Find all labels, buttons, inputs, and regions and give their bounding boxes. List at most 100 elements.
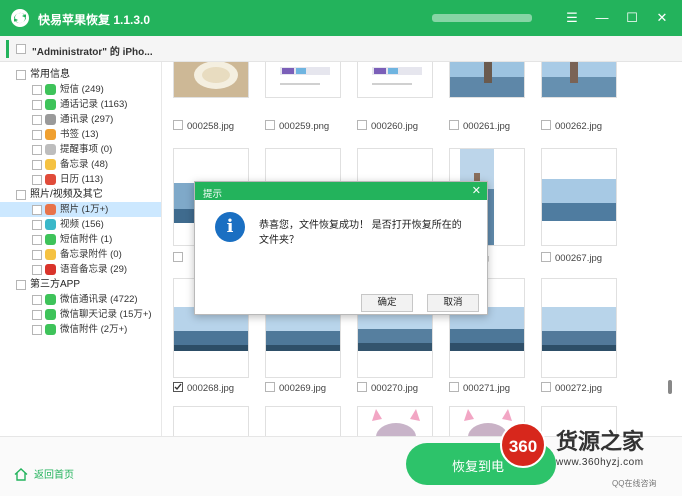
account-info-blurred <box>432 14 532 22</box>
sidebar-item[interactable]: 通话记录 (1163) <box>0 97 161 112</box>
photo-thumbnail <box>542 279 616 377</box>
item-checkbox[interactable] <box>32 264 42 275</box>
watermark-360-logo: 360 <box>500 422 546 468</box>
photo-caption[interactable]: 000260.jpg <box>357 120 418 132</box>
item-checkbox[interactable] <box>32 174 42 185</box>
photo-checkbox[interactable] <box>541 252 551 262</box>
sidebar-item[interactable]: 提醒事项 (0) <box>0 142 161 157</box>
watermark-qq-text: QQ在线咨询 <box>612 479 657 488</box>
dialog-ok-button[interactable]: 确定 <box>361 294 413 312</box>
photo-caption[interactable]: 000271.jpg <box>449 382 510 394</box>
sidebar-item[interactable]: 微信附件 (2万+) <box>0 322 161 337</box>
app-title: 快易苹果恢复 1.1.3.0 <box>38 13 151 27</box>
sidebar-item[interactable]: 照片 (1万+) <box>0 202 161 217</box>
item-checkbox[interactable] <box>32 324 42 335</box>
photo-caption[interactable]: 000268.jpg <box>173 382 234 394</box>
video-icon <box>45 219 56 230</box>
photo-caption[interactable]: 000269.jpg <box>265 382 326 394</box>
sidebar-item[interactable]: 通讯录 (297) <box>0 112 161 127</box>
dialog-message: 恭喜您，文件恢复成功！ 是否打开恢复所在的文件夹？ <box>259 220 462 246</box>
home-icon <box>14 468 28 481</box>
photo-checkbox[interactable] <box>265 120 275 130</box>
item-checkbox[interactable] <box>32 99 42 110</box>
minimize-icon[interactable]: — <box>592 8 612 28</box>
info-icon: i <box>215 212 245 242</box>
category-checkbox[interactable] <box>16 69 26 80</box>
sidebar-item[interactable]: 微信通讯录 (4722) <box>0 292 161 307</box>
sidebar-item[interactable]: 微信聊天记录 (15万+) <box>0 307 161 322</box>
item-checkbox[interactable] <box>32 219 42 230</box>
photo-tile[interactable] <box>357 406 433 436</box>
photo-tile[interactable] <box>449 62 525 98</box>
sidebar-item-label: 备忘录附件 (0) <box>60 249 122 260</box>
sms-icon <box>45 84 56 95</box>
item-checkbox[interactable] <box>32 309 42 320</box>
sidebar-item[interactable]: 短信 (249) <box>0 82 161 97</box>
photo-checkbox[interactable] <box>449 120 459 130</box>
sidebar-item-label: 语音备忘录 (29) <box>60 264 128 275</box>
sidebar-category[interactable]: 照片/视频及其它 <box>0 187 161 202</box>
item-checkbox[interactable] <box>32 144 42 155</box>
item-checkbox[interactable] <box>32 159 42 170</box>
photo-checkbox[interactable] <box>449 382 459 392</box>
sidebar-item[interactable]: 备忘录附件 (0) <box>0 247 161 262</box>
photo-filename: 000268.jpg <box>187 383 235 394</box>
sidebar-item[interactable]: 日历 (113) <box>0 172 161 187</box>
dialog-close-icon[interactable]: ✕ <box>472 184 481 197</box>
photo-checkbox[interactable] <box>357 120 367 130</box>
photo-tile[interactable] <box>265 406 341 436</box>
item-checkbox[interactable] <box>32 129 42 140</box>
item-checkbox[interactable] <box>32 249 42 260</box>
photo-filename: 000261.jpg <box>463 121 511 132</box>
item-checkbox[interactable] <box>32 84 42 95</box>
item-checkbox[interactable] <box>32 234 42 245</box>
back-home-link[interactable]: 返回首页 <box>14 466 74 481</box>
check-icon <box>174 383 182 391</box>
photo-tile[interactable] <box>265 62 341 98</box>
photo-caption[interactable]: 000262.jpg <box>541 120 602 132</box>
sidebar-category[interactable]: 第三方APP <box>0 277 161 292</box>
photo-caption[interactable]: 000267.jpg <box>541 252 602 264</box>
photo-caption[interactable] <box>173 252 187 264</box>
photo-tile[interactable] <box>173 406 249 436</box>
photo-tile[interactable] <box>541 62 617 98</box>
photo-checkbox[interactable] <box>541 382 551 392</box>
maximize-icon[interactable]: ☐ <box>622 8 642 28</box>
photo-checkbox[interactable] <box>265 382 275 392</box>
sidebar-item[interactable]: 语音备忘录 (29) <box>0 262 161 277</box>
sidebar-item[interactable]: 备忘录 (48) <box>0 157 161 172</box>
sidebar-item[interactable]: 短信附件 (1) <box>0 232 161 247</box>
photo-caption[interactable]: 000258.jpg <box>173 120 234 132</box>
photo-checkbox[interactable] <box>357 382 367 392</box>
photo-checkbox[interactable] <box>173 252 183 262</box>
sidebar-item-label: 日历 (113) <box>60 174 104 185</box>
phone-icon <box>45 99 56 110</box>
photo-checkbox[interactable] <box>173 382 183 392</box>
title-bar: 快易苹果恢复 1.1.3.0 ☰ — ☐ ✕ <box>0 0 682 36</box>
item-checkbox[interactable] <box>32 114 42 125</box>
device-checkbox[interactable] <box>16 44 26 54</box>
photo-tile[interactable] <box>541 148 617 246</box>
category-checkbox[interactable] <box>16 189 26 200</box>
sidebar-item[interactable]: 书签 (13) <box>0 127 161 142</box>
photo-caption[interactable]: 000261.jpg <box>449 120 510 132</box>
item-checkbox[interactable] <box>32 294 42 305</box>
photo-checkbox[interactable] <box>541 120 551 130</box>
sidebar-item-label: 提醒事项 (0) <box>60 144 113 155</box>
photo-checkbox[interactable] <box>173 120 183 130</box>
item-checkbox[interactable] <box>32 204 42 215</box>
photo-tile[interactable] <box>541 278 617 378</box>
scrollbar-thumb[interactable] <box>668 380 672 394</box>
dialog-cancel-button[interactable]: 取消 <box>427 294 479 312</box>
photo-tile[interactable] <box>357 62 433 98</box>
menu-icon[interactable]: ☰ <box>562 8 582 28</box>
sidebar-item[interactable]: 视频 (156) <box>0 217 161 232</box>
sidebar-category[interactable]: 常用信息 <box>0 67 161 82</box>
photo-filename: 000262.jpg <box>555 121 603 132</box>
photo-caption[interactable]: 000272.jpg <box>541 382 602 394</box>
photo-caption[interactable]: 000259.png <box>265 120 329 132</box>
category-checkbox[interactable] <box>16 279 26 290</box>
close-icon[interactable]: ✕ <box>652 8 672 28</box>
photo-caption[interactable]: 000270.jpg <box>357 382 418 394</box>
photo-tile[interactable] <box>173 62 249 98</box>
